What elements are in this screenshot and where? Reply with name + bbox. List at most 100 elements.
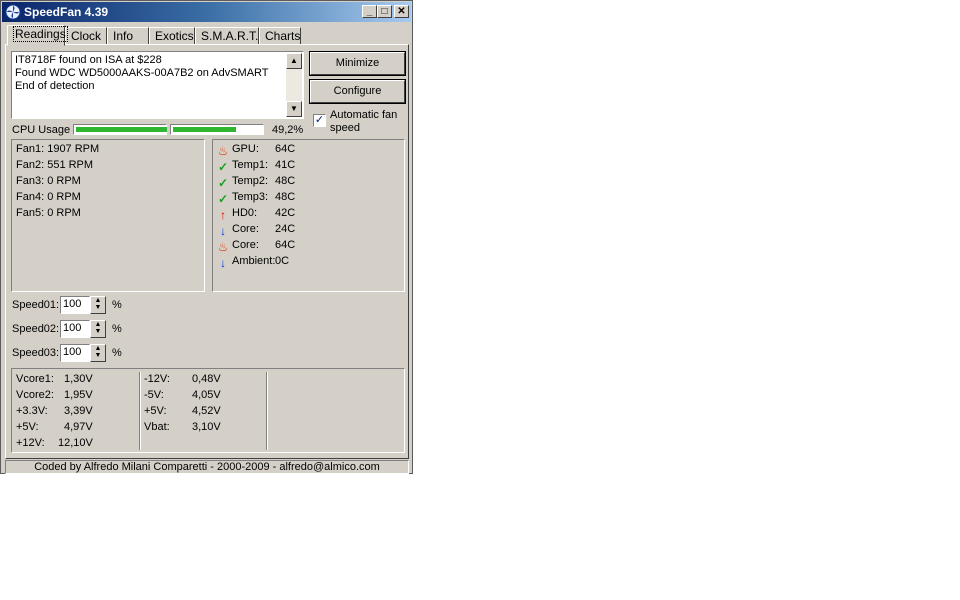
tab-label: Exotics — [155, 29, 194, 43]
voltage-label: +12V: — [16, 437, 45, 449]
voltage-label: Vbat: — [144, 421, 170, 433]
voltage-value: 0,48V — [192, 373, 221, 385]
voltage-value: 1,30V — [64, 373, 93, 385]
tab-smart[interactable]: S.M.A.R.T. — [195, 27, 259, 45]
temp-value: 64C — [275, 143, 296, 155]
check-icon: ✓ — [217, 160, 229, 174]
temp-label: Temp2: — [232, 175, 269, 187]
fan-row: Fan2: 551 RPM — [16, 159, 93, 171]
scroll-up-arrow-icon[interactable]: ▲ — [286, 53, 302, 69]
voltages-box: Vcore1: 1,30V Vcore2: 1,95V +3.3V: 3,39V… — [11, 368, 405, 453]
voltage-value: 12,10V — [58, 437, 93, 449]
fan-label: Fan3: — [16, 175, 45, 187]
arrow-down-icon: ↓ — [220, 224, 226, 238]
fan-label: Fan1: — [16, 143, 45, 155]
tab-info[interactable]: Info — [107, 27, 149, 45]
temp-value: 48C — [275, 191, 296, 203]
tab-label: Charts — [265, 29, 301, 43]
cpu-usage-bar-1 — [73, 124, 167, 135]
log-line: IT8718F found on ISA at $228 — [15, 54, 162, 66]
voltage-label: -12V: — [144, 373, 170, 385]
tab-label: Info — [113, 29, 134, 43]
fan-value: 0 RPM — [47, 207, 81, 219]
fan-value: 0 RPM — [47, 175, 81, 187]
fan-icon — [5, 4, 21, 20]
speed02-input[interactable]: 100 — [60, 320, 90, 338]
detection-log[interactable]: IT8718F found on ISA at $228 Found WDC W… — [11, 51, 304, 119]
maximize-window-button[interactable]: □ — [377, 5, 392, 18]
voltage-label: Vcore1: — [16, 373, 54, 385]
speed02-spin-icon[interactable]: ▲ ▼ — [90, 320, 106, 338]
log-line: End of detection — [15, 80, 95, 92]
fan-row: Fan5: 0 RPM — [16, 207, 81, 219]
voltage-value: 4,52V — [192, 405, 221, 417]
temp-label: Temp1: — [232, 159, 269, 171]
tab-readings[interactable]: Readings — [7, 25, 68, 46]
voltage-value: 1,95V — [64, 389, 93, 401]
speed02-unit: % — [112, 323, 122, 335]
speedfan-window: SpeedFan 4.39 _ □ ✕ Readings Clock Info … — [0, 0, 413, 474]
cpu-usage-value: 49,2% — [272, 124, 304, 136]
tab-charts[interactable]: Charts — [259, 27, 301, 45]
speed03-spin-icon[interactable]: ▲ ▼ — [90, 344, 106, 362]
fan-row: Fan3: 0 RPM — [16, 175, 81, 187]
cpu-bar-2-fill — [173, 127, 236, 132]
speed01-input[interactable]: 100 — [60, 296, 90, 314]
fan-label: Fan5: — [16, 207, 45, 219]
column-divider — [139, 372, 141, 450]
temp-label: Core: — [232, 239, 259, 251]
log-line: Found WDC WD5000AAKS-00A7B2 on AdvSMART — [15, 67, 269, 79]
temperatures-box: ♨ GPU: 64C ✓ Temp1: 41C ✓ Temp2: 48C ✓ T… — [212, 139, 405, 292]
flame-icon: ♨ — [217, 240, 229, 254]
voltage-label: +5V: — [16, 421, 39, 433]
voltage-label: Vcore2: — [16, 389, 54, 401]
configure-button[interactable]: Configure — [309, 79, 406, 104]
tab-label: Readings — [13, 26, 68, 42]
arrow-down-icon: ↓ — [220, 256, 226, 270]
minimize-button[interactable]: Minimize — [309, 51, 406, 76]
temp-value: 42C — [275, 207, 296, 219]
flame-icon: ♨ — [217, 144, 229, 158]
temp-label: Core: — [232, 223, 259, 235]
tab-clock[interactable]: Clock — [65, 27, 107, 45]
voltage-label: -5V: — [144, 389, 164, 401]
log-lines: IT8718F found on ISA at $228 Found WDC W… — [15, 54, 269, 93]
tab-label: S.M.A.R.T. — [201, 29, 259, 43]
voltage-value: 3,39V — [64, 405, 93, 417]
log-scrollbar[interactable]: ▲ ▼ — [286, 53, 302, 117]
tab-exotics[interactable]: Exotics — [149, 27, 195, 45]
voltage-label: +5V: — [144, 405, 167, 417]
temp-value: 24C — [275, 223, 296, 235]
auto-fan-speed-checkbox[interactable]: ✓ — [313, 114, 326, 127]
close-window-button[interactable]: ✕ — [394, 5, 409, 18]
voltage-label: +3.3V: — [16, 405, 48, 417]
voltage-value: 4,05V — [192, 389, 221, 401]
speed02-label: Speed02: — [12, 323, 60, 335]
fan-value: 551 RPM — [47, 159, 94, 171]
status-bar: Coded by Alfredo Milani Comparetti - 200… — [5, 460, 409, 474]
speed03-unit: % — [112, 347, 122, 359]
tab-label: Clock — [71, 29, 102, 43]
title-bar[interactable]: SpeedFan 4.39 _ □ ✕ — [2, 2, 411, 22]
fan-value: 0 RPM — [47, 191, 81, 203]
temp-value: 64C — [275, 239, 296, 251]
temp-label: GPU: — [232, 143, 259, 155]
cpu-usage-label: CPU Usage — [12, 124, 71, 136]
cpu-usage-bar-2 — [170, 124, 264, 135]
check-icon: ✓ — [217, 176, 229, 190]
auto-fan-speed-label: Automatic fan speed — [330, 109, 398, 134]
check-icon: ✓ — [217, 192, 229, 206]
speed03-label: Speed03: — [12, 347, 60, 359]
minimize-window-button[interactable]: _ — [362, 5, 377, 18]
fan-row: Fan4: 0 RPM — [16, 191, 81, 203]
speed01-label: Speed01: — [12, 299, 60, 311]
fan-label: Fan2: — [16, 159, 45, 171]
arrow-up-icon: ↑ — [220, 208, 226, 222]
scroll-down-arrow-icon[interactable]: ▼ — [286, 101, 302, 117]
fans-box: Fan1: 1907 RPM Fan2: 551 RPM Fan3: 0 RPM… — [11, 139, 205, 292]
temp-value: 41C — [275, 159, 296, 171]
speed03-input[interactable]: 100 — [60, 344, 90, 362]
speed01-unit: % — [112, 299, 122, 311]
temp-label: Temp3: — [232, 191, 269, 203]
speed01-spin-icon[interactable]: ▲ ▼ — [90, 296, 106, 314]
